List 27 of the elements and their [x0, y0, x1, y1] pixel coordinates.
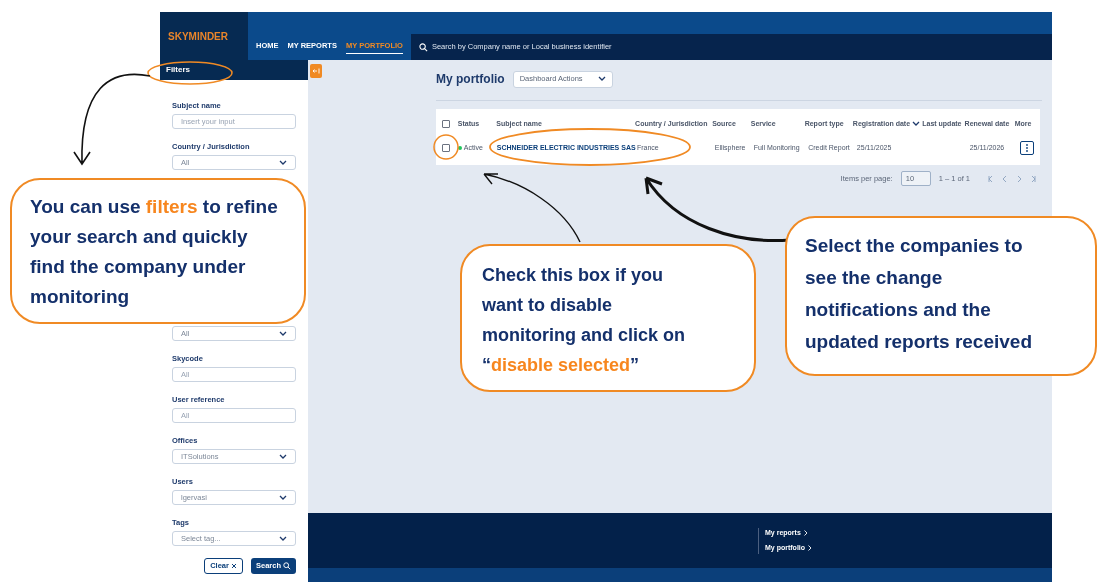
chevron-down-icon	[597, 76, 606, 82]
chevron-down-icon	[912, 121, 921, 127]
chevron-down-icon	[279, 453, 287, 460]
sidebar-title: Filters	[166, 64, 190, 76]
row-checkbox[interactable]	[442, 144, 450, 152]
chevron-right-icon	[803, 529, 808, 536]
chevron-down-icon	[279, 330, 287, 337]
callout-text: Check this box if you want to disable monitoring and click on “disable selected”	[482, 264, 686, 377]
collapse-icon	[312, 68, 320, 74]
more-icon	[1026, 144, 1029, 152]
callout-text: Select the companies to see the change notifications and the updated reports received	[805, 234, 1034, 354]
checkbox-highlight-circle	[432, 133, 460, 161]
next-page-icon[interactable]	[1016, 174, 1024, 183]
collapse-button[interactable]	[310, 64, 322, 78]
callout-text: You can use filters to refine your search and quickly find the company under monitoring	[30, 195, 279, 309]
chevron-down-icon	[279, 494, 287, 501]
select-all-checkbox[interactable]	[442, 120, 450, 128]
more-button[interactable]	[1020, 141, 1034, 155]
chevron-down-icon	[279, 535, 287, 542]
close-icon	[230, 563, 237, 569]
chevron-right-icon	[808, 545, 813, 552]
logo-text: SKYMINDER	[168, 29, 229, 44]
chevron-down-icon	[279, 159, 287, 166]
search-icon	[283, 562, 291, 570]
previous-page-icon[interactable]	[1000, 174, 1008, 183]
search-icon	[418, 42, 428, 52]
page-title: My portfolio	[436, 71, 505, 88]
